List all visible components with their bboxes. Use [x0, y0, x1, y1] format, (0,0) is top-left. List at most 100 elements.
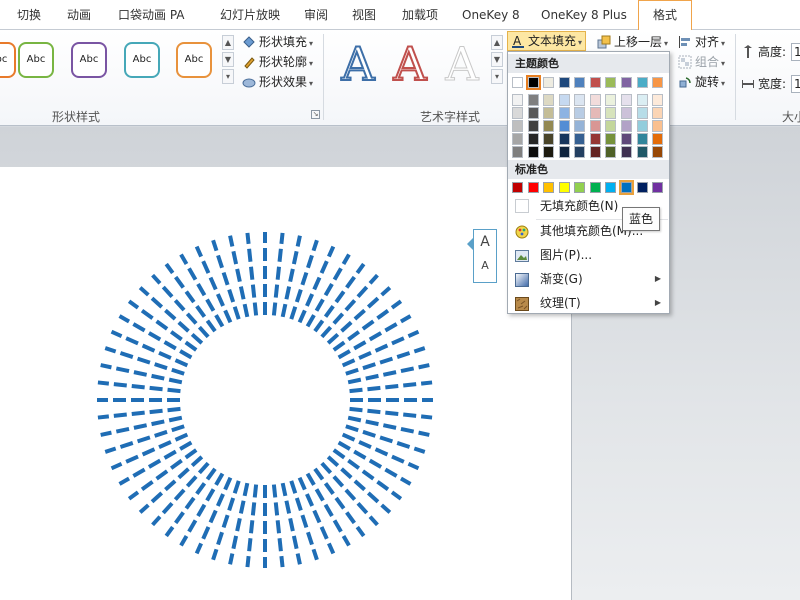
picture-fill-item[interactable]: 图片(P)... — [509, 244, 669, 266]
rotate-button[interactable]: 旋转 ▾ — [678, 72, 725, 92]
theme-shade-swatch[interactable] — [512, 120, 523, 132]
theme-shade-swatch[interactable] — [528, 120, 539, 132]
wordart-preset-2[interactable]: A — [384, 37, 436, 91]
standard-color-swatch[interactable] — [574, 182, 585, 193]
theme-shade-swatch[interactable] — [559, 94, 570, 106]
theme-shade-swatch[interactable] — [621, 120, 632, 132]
theme-shade-swatch[interactable] — [652, 133, 663, 145]
wordart-preset-3[interactable]: A — [436, 38, 488, 91]
theme-shade-swatch[interactable] — [590, 94, 601, 106]
group-button[interactable]: 组合 ▾ — [678, 52, 725, 72]
tab-animations[interactable]: 动画 — [67, 0, 91, 30]
theme-shade-swatch[interactable] — [590, 107, 601, 119]
theme-shade-swatch[interactable] — [590, 146, 601, 158]
theme-color-swatch[interactable] — [526, 75, 541, 90]
theme-shade-swatch[interactable] — [559, 146, 570, 158]
tab-format[interactable]: 格式 — [638, 0, 693, 31]
theme-shade-swatch[interactable] — [543, 94, 554, 106]
theme-shade-swatch[interactable] — [559, 120, 570, 132]
theme-shade-swatch[interactable] — [543, 107, 554, 119]
gallery-scroll-up-icon[interactable]: ▲ — [222, 35, 234, 50]
theme-shade-swatch[interactable] — [528, 133, 539, 145]
theme-color-swatch[interactable] — [574, 77, 585, 88]
theme-shade-swatch[interactable] — [512, 146, 523, 158]
align-button[interactable]: 对齐 ▾ — [678, 32, 725, 52]
theme-color-swatch[interactable] — [605, 77, 616, 88]
theme-shade-swatch[interactable] — [590, 133, 601, 145]
theme-shade-swatch[interactable] — [574, 146, 585, 158]
tab-onekey8-plus[interactable]: OneKey 8 Plus — [541, 0, 627, 30]
shape-style-preset-2[interactable]: Abc — [18, 42, 54, 78]
shape-outline-button[interactable]: 形状轮廓 ▾ — [242, 52, 313, 72]
theme-shade-swatch[interactable] — [652, 107, 663, 119]
wordart-scroll-down-icon[interactable]: ▼ — [491, 52, 503, 67]
wordart-more-icon[interactable]: ▾ — [491, 69, 503, 84]
theme-color-swatch[interactable] — [652, 77, 663, 88]
theme-shade-swatch[interactable] — [637, 146, 648, 158]
theme-shade-swatch[interactable] — [621, 146, 632, 158]
tab-transitions[interactable]: 切换 — [17, 0, 41, 30]
theme-shade-swatch[interactable] — [637, 107, 648, 119]
standard-color-swatch[interactable] — [637, 182, 648, 193]
radial-lines-shape[interactable] — [90, 225, 440, 575]
tab-slideshow[interactable]: 幻灯片放映 — [220, 0, 280, 30]
theme-shade-swatch[interactable] — [605, 120, 616, 132]
gallery-more-icon[interactable]: ▾ — [222, 69, 234, 84]
theme-color-swatch[interactable] — [637, 77, 648, 88]
theme-shade-swatch[interactable] — [543, 120, 554, 132]
theme-shade-swatch[interactable] — [605, 107, 616, 119]
standard-color-swatch[interactable] — [619, 180, 634, 195]
bring-forward-button[interactable]: 上移一层 ▾ — [597, 32, 668, 52]
theme-shade-swatch[interactable] — [621, 133, 632, 145]
theme-color-swatch[interactable] — [543, 77, 554, 88]
theme-shade-swatch[interactable] — [590, 120, 601, 132]
theme-shade-swatch[interactable] — [605, 94, 616, 106]
tab-onekey8[interactable]: OneKey 8 — [462, 0, 520, 30]
theme-shade-swatch[interactable] — [652, 120, 663, 132]
shape-fill-button[interactable]: 形状填充 ▾ — [242, 32, 313, 52]
theme-shade-swatch[interactable] — [512, 133, 523, 145]
theme-shade-swatch[interactable] — [528, 146, 539, 158]
theme-shade-swatch[interactable] — [621, 94, 632, 106]
theme-color-swatch[interactable] — [621, 77, 632, 88]
theme-shade-swatch[interactable] — [637, 133, 648, 145]
width-input[interactable]: 1 — [791, 75, 800, 93]
theme-shade-swatch[interactable] — [528, 94, 539, 106]
standard-color-swatch[interactable] — [605, 182, 616, 193]
shape-style-preset-5[interactable]: Abc — [176, 42, 212, 78]
gallery-scroll-down-icon[interactable]: ▼ — [222, 52, 234, 67]
theme-shade-swatch[interactable] — [574, 107, 585, 119]
tab-addins[interactable]: 加载项 — [402, 0, 438, 30]
text-fill-button[interactable]: A 文本填充 ▾ — [507, 31, 587, 51]
theme-shade-swatch[interactable] — [652, 146, 663, 158]
gradient-fill-item[interactable]: 渐变(G) ▶ — [509, 268, 669, 290]
tab-review[interactable]: 审阅 — [304, 0, 328, 30]
shape-style-preset-3[interactable]: Abc — [71, 42, 107, 78]
wordart-preset-1[interactable]: A — [332, 37, 384, 91]
theme-shade-swatch[interactable] — [543, 146, 554, 158]
shape-effects-button[interactable]: 形状效果 ▾ — [242, 72, 313, 92]
theme-shade-swatch[interactable] — [605, 133, 616, 145]
theme-shade-swatch[interactable] — [637, 120, 648, 132]
height-input[interactable]: 1 — [791, 43, 800, 61]
standard-color-swatch[interactable] — [590, 182, 601, 193]
standard-color-swatch[interactable] — [528, 182, 539, 193]
theme-shade-swatch[interactable] — [605, 146, 616, 158]
tab-view[interactable]: 视图 — [352, 0, 376, 30]
theme-color-swatch[interactable] — [590, 77, 601, 88]
theme-shade-swatch[interactable] — [512, 94, 523, 106]
theme-shade-swatch[interactable] — [574, 94, 585, 106]
standard-color-swatch[interactable] — [543, 182, 554, 193]
theme-shade-swatch[interactable] — [574, 120, 585, 132]
shrink-font-icon[interactable]: A — [474, 254, 496, 278]
theme-shade-swatch[interactable] — [621, 107, 632, 119]
theme-shade-swatch[interactable] — [528, 107, 539, 119]
theme-shade-swatch[interactable] — [574, 133, 585, 145]
theme-shade-swatch[interactable] — [637, 94, 648, 106]
shape-style-preset-1[interactable]: Abc — [0, 42, 16, 78]
texture-fill-item[interactable]: 纹理(T) ▶ — [509, 292, 669, 314]
shape-styles-launcher-icon[interactable]: ↘ — [311, 110, 320, 119]
wordart-scroll-up-icon[interactable]: ▲ — [491, 35, 503, 50]
theme-shade-swatch[interactable] — [559, 107, 570, 119]
shape-style-preset-4[interactable]: Abc — [124, 42, 160, 78]
